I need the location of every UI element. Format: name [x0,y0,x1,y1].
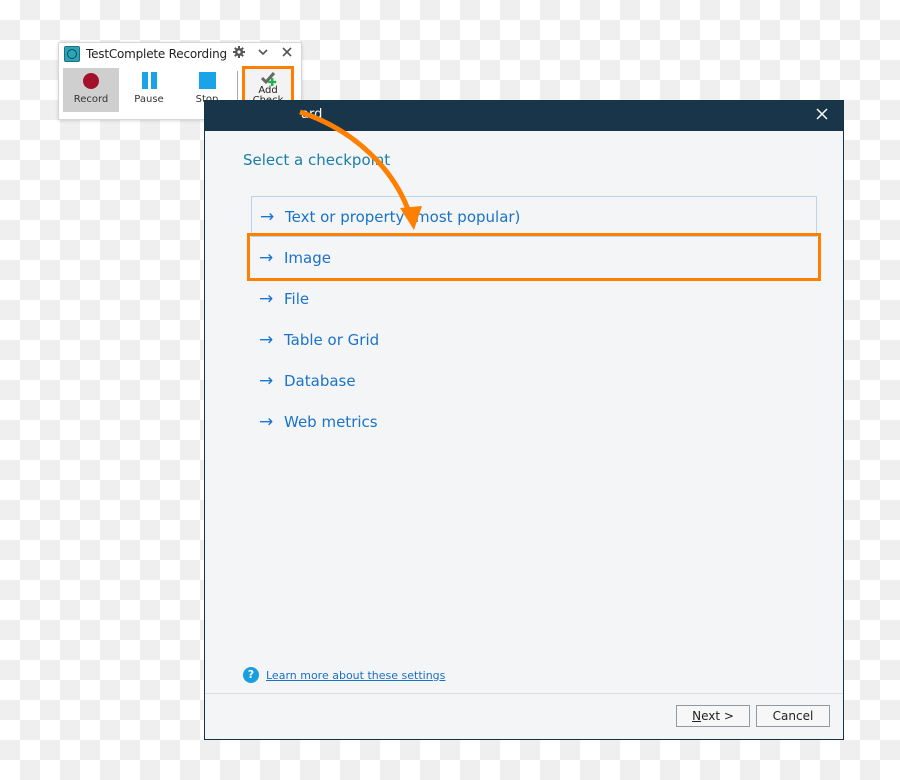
option-label: Text or property (most popular) [285,207,521,226]
next-label: ext > [701,709,734,723]
gear-icon[interactable] [231,46,247,62]
record-button[interactable]: Record [63,68,119,112]
checkmark-plus-icon [261,72,277,86]
next-accel: N [692,709,702,723]
option-web-metrics[interactable]: → Web metrics [251,401,817,442]
footer-divider [205,693,843,694]
arrow-right-icon: → [259,247,274,268]
chevron-down-icon[interactable] [255,46,271,62]
cancel-button[interactable]: Cancel [756,705,830,727]
help-section: ? Learn more about these settings [243,667,445,683]
option-label: Image [284,248,331,267]
option-label: Database [284,371,356,390]
option-table-or-grid[interactable]: → Table or Grid [251,319,817,360]
arrow-right-icon: → [260,206,275,227]
close-icon[interactable] [279,46,295,62]
record-label: Record [73,94,109,105]
option-image[interactable]: → Image [251,237,817,278]
arrow-right-icon: → [259,288,274,309]
arrow-right-icon: → [259,370,274,391]
arrow-right-icon: → [259,411,274,432]
arrow-right-icon: → [259,329,274,350]
stop-icon [198,72,216,89]
testcomplete-logo-icon [64,46,80,62]
pause-icon [141,72,157,89]
checkpoint-options-list: → Text or property (most popular) → Imag… [251,196,817,442]
option-file[interactable]: → File [251,278,817,319]
option-database[interactable]: → Database [251,360,817,401]
dialog-heading: Select a checkpoint [243,151,391,169]
pause-button[interactable]: Pause [121,68,177,112]
option-label: Table or Grid [284,330,380,349]
help-icon[interactable]: ? [243,667,259,683]
option-text-or-property[interactable]: → Text or property (most popular) [251,196,817,237]
option-label: Web metrics [284,412,378,431]
dialog-title: ard [301,107,323,122]
pause-label: Pause [134,94,164,105]
learn-more-link[interactable]: Learn more about these settings [266,669,445,682]
record-icon [83,73,99,89]
close-icon[interactable] [813,106,831,124]
option-label: File [284,289,310,308]
recording-toolbar-title: TestComplete Recording [86,47,227,61]
next-button[interactable]: Next > [676,705,750,727]
checkpoint-wizard-dialog: ard Select a checkpoint → Text or proper… [204,100,844,740]
dialog-titlebar[interactable]: ard [205,101,843,131]
